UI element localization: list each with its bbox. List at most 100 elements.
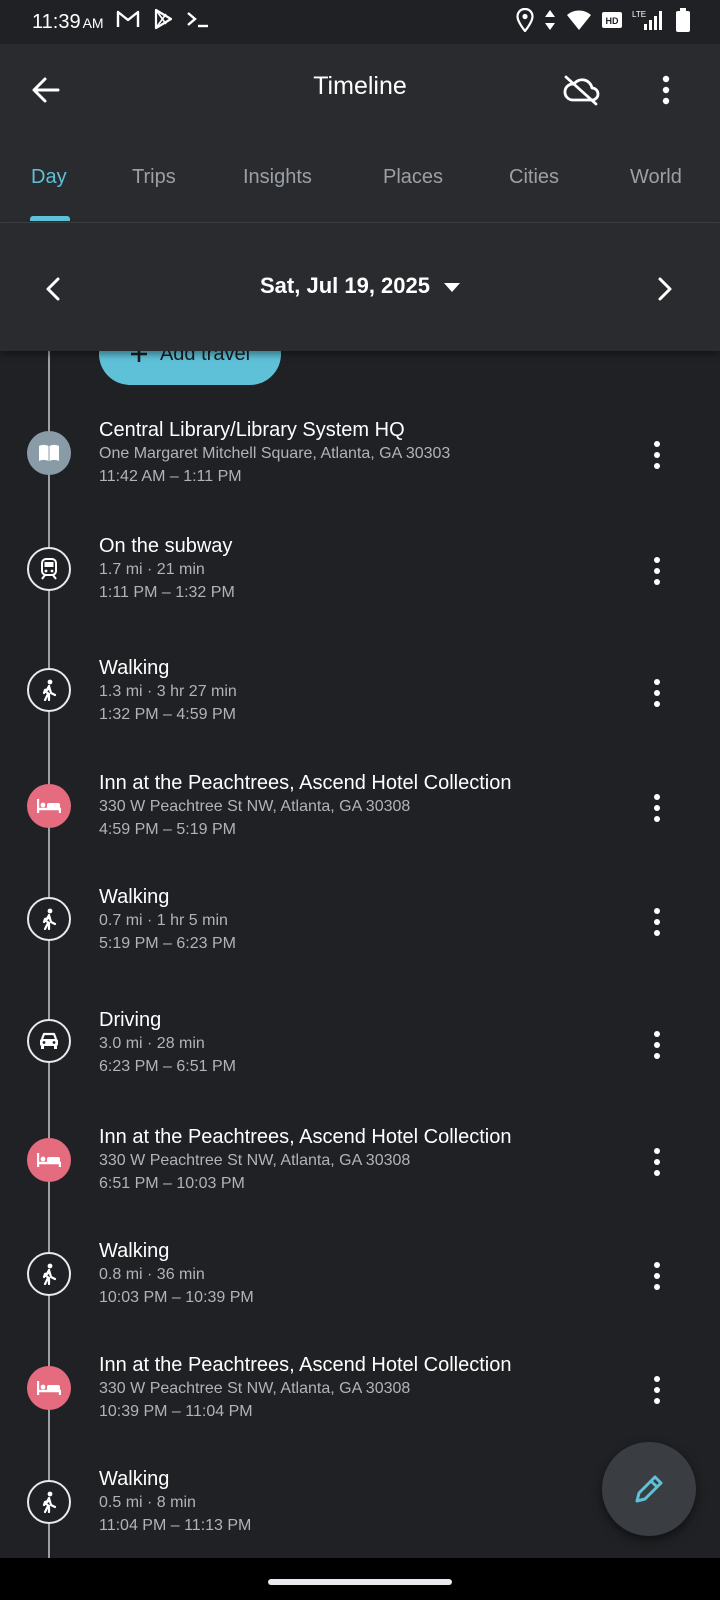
status-left: 11:39 AM bbox=[32, 8, 210, 36]
timeline-entry[interactable]: Walking 0.8 mi · 36 min 10:03 PM – 10:39… bbox=[0, 1239, 720, 1329]
entry-title: On the subway bbox=[99, 535, 233, 557]
entry-detail: One Margaret Mitchell Square, Atlanta, G… bbox=[99, 445, 451, 462]
cloud-off-icon[interactable] bbox=[562, 74, 600, 111]
svg-text:LTE: LTE bbox=[632, 10, 646, 19]
entry-more-icon[interactable] bbox=[652, 556, 662, 591]
hd-icon: HD bbox=[602, 11, 622, 34]
timeline-list[interactable]: Add travel Central Library/Library Syste… bbox=[0, 351, 720, 1558]
status-bar: 11:39 AM HD LTE bbox=[0, 0, 720, 44]
entry-time: 11:04 PM – 11:13 PM bbox=[99, 1517, 252, 1534]
entry-detail: 0.8 mi · 36 min bbox=[99, 1266, 205, 1283]
wifi-icon bbox=[566, 9, 592, 36]
entry-title: Inn at the Peachtrees, Ascend Hotel Coll… bbox=[99, 1126, 512, 1148]
entry-title: Walking bbox=[99, 1468, 170, 1490]
entry-more-icon[interactable] bbox=[652, 440, 662, 475]
timeline-entry[interactable]: Walking 0.7 mi · 1 hr 5 min 5:19 PM – 6:… bbox=[0, 885, 720, 975]
entry-detail: 3.0 mi · 28 min bbox=[99, 1035, 205, 1052]
entry-title: Central Library/Library System HQ bbox=[99, 419, 405, 441]
edit-fab-button[interactable] bbox=[602, 1442, 696, 1536]
battery-icon bbox=[676, 7, 690, 37]
entry-time: 10:39 PM – 11:04 PM bbox=[99, 1403, 253, 1420]
app-bar: Timeline bbox=[0, 44, 720, 136]
date-selector[interactable]: Sat, Jul 19, 2025 bbox=[0, 273, 720, 299]
entry-more-icon[interactable] bbox=[652, 1375, 662, 1410]
status-right: HD LTE bbox=[516, 7, 690, 37]
entry-title: Inn at the Peachtrees, Ascend Hotel Coll… bbox=[99, 1354, 512, 1376]
tab-world[interactable]: World bbox=[630, 166, 682, 189]
add-travel-button[interactable]: Add travel bbox=[99, 351, 281, 385]
entry-title: Walking bbox=[99, 886, 170, 908]
entry-time: 5:19 PM – 6:23 PM bbox=[99, 935, 236, 952]
location-icon bbox=[516, 7, 534, 37]
entry-time: 6:23 PM – 6:51 PM bbox=[99, 1058, 236, 1075]
timeline-entry[interactable]: Driving 3.0 mi · 28 min 6:23 PM – 6:51 P… bbox=[0, 1008, 720, 1098]
entry-title: Inn at the Peachtrees, Ascend Hotel Coll… bbox=[99, 772, 512, 794]
timeline-entry[interactable]: Inn at the Peachtrees, Ascend Hotel Coll… bbox=[0, 1125, 720, 1215]
timeline-entry[interactable]: On the subway 1.7 mi · 21 min 1:11 PM – … bbox=[0, 534, 720, 624]
entry-time: 1:32 PM – 4:59 PM bbox=[99, 706, 236, 723]
tab-bar: Day Trips Insights Places Cities World bbox=[0, 136, 720, 223]
entry-more-icon[interactable] bbox=[652, 907, 662, 942]
add-travel-label: Add travel bbox=[159, 351, 251, 365]
pencil-icon bbox=[635, 1475, 663, 1503]
next-day-icon[interactable] bbox=[650, 275, 678, 308]
library-icon bbox=[27, 431, 71, 475]
terminal-icon bbox=[186, 9, 210, 35]
entry-text: Inn at the Peachtrees, Ascend Hotel Coll… bbox=[99, 771, 619, 841]
play-store-icon bbox=[152, 8, 174, 36]
entry-more-icon[interactable] bbox=[652, 793, 662, 828]
subway-icon bbox=[27, 547, 71, 591]
entry-detail: 330 W Peachtree St NW, Atlanta, GA 30308 bbox=[99, 798, 411, 815]
entry-title: Walking bbox=[99, 1240, 170, 1262]
entry-text: Inn at the Peachtrees, Ascend Hotel Coll… bbox=[99, 1125, 619, 1195]
car-icon bbox=[27, 1019, 71, 1063]
entry-detail: 0.7 mi · 1 hr 5 min bbox=[99, 912, 228, 929]
walking-icon bbox=[27, 1480, 71, 1524]
entry-text: Central Library/Library System HQ One Ma… bbox=[99, 418, 619, 488]
dropdown-caret-icon bbox=[444, 282, 460, 292]
entry-text: Walking 0.7 mi · 1 hr 5 min 5:19 PM – 6:… bbox=[99, 885, 619, 955]
page-title: Timeline bbox=[313, 72, 407, 100]
entry-time: 11:42 AM – 1:11 PM bbox=[99, 468, 242, 485]
tab-indicator bbox=[30, 216, 70, 221]
entry-detail: 1.3 mi · 3 hr 27 min bbox=[99, 683, 237, 700]
status-time: 11:39 AM bbox=[32, 10, 104, 33]
date-navigation: Sat, Jul 19, 2025 bbox=[0, 223, 720, 351]
entry-text: Walking 1.3 mi · 3 hr 27 min 1:32 PM – 4… bbox=[99, 656, 619, 726]
entry-detail: 330 W Peachtree St NW, Atlanta, GA 30308 bbox=[99, 1152, 411, 1169]
walking-icon bbox=[27, 897, 71, 941]
tab-trips[interactable]: Trips bbox=[132, 166, 176, 189]
entry-detail: 0.5 mi · 8 min bbox=[99, 1494, 196, 1511]
data-arrows-icon bbox=[544, 9, 556, 36]
entry-more-icon[interactable] bbox=[652, 1261, 662, 1296]
entry-time: 10:03 PM – 10:39 PM bbox=[99, 1289, 254, 1306]
entry-text: On the subway 1.7 mi · 21 min 1:11 PM – … bbox=[99, 534, 619, 604]
tab-cities[interactable]: Cities bbox=[509, 166, 559, 189]
entry-text: Walking 0.5 mi · 8 min 11:04 PM – 11:13 … bbox=[99, 1467, 619, 1537]
walking-icon bbox=[27, 668, 71, 712]
more-vert-icon[interactable] bbox=[660, 74, 672, 111]
timeline-entry[interactable]: Inn at the Peachtrees, Ascend Hotel Coll… bbox=[0, 771, 720, 861]
timeline-entry[interactable]: Walking 1.3 mi · 3 hr 27 min 1:32 PM – 4… bbox=[0, 656, 720, 746]
tab-insights[interactable]: Insights bbox=[243, 166, 312, 189]
entry-text: Inn at the Peachtrees, Ascend Hotel Coll… bbox=[99, 1353, 619, 1423]
timeline-entry[interactable]: Inn at the Peachtrees, Ascend Hotel Coll… bbox=[0, 1353, 720, 1443]
entry-time: 6:51 PM – 10:03 PM bbox=[99, 1175, 245, 1192]
entry-time: 4:59 PM – 5:19 PM bbox=[99, 821, 236, 838]
entry-more-icon[interactable] bbox=[652, 1147, 662, 1182]
entry-detail: 1.7 mi · 21 min bbox=[99, 561, 205, 578]
entry-detail: 330 W Peachtree St NW, Atlanta, GA 30308 bbox=[99, 1380, 411, 1397]
entry-time: 1:11 PM – 1:32 PM bbox=[99, 584, 235, 601]
home-gesture-handle[interactable] bbox=[268, 1579, 452, 1585]
entry-more-icon[interactable] bbox=[652, 1030, 662, 1065]
entry-text: Driving 3.0 mi · 28 min 6:23 PM – 6:51 P… bbox=[99, 1008, 619, 1078]
date-label: Sat, Jul 19, 2025 bbox=[260, 273, 430, 298]
timeline-entry[interactable]: Central Library/Library System HQ One Ma… bbox=[0, 418, 720, 508]
entry-title: Driving bbox=[99, 1009, 162, 1031]
walking-icon bbox=[27, 1252, 71, 1296]
tab-places[interactable]: Places bbox=[383, 166, 443, 189]
plus-icon bbox=[130, 351, 147, 362]
tab-day[interactable]: Day bbox=[31, 166, 67, 189]
entry-title: Walking bbox=[99, 657, 170, 679]
entry-more-icon[interactable] bbox=[652, 678, 662, 713]
